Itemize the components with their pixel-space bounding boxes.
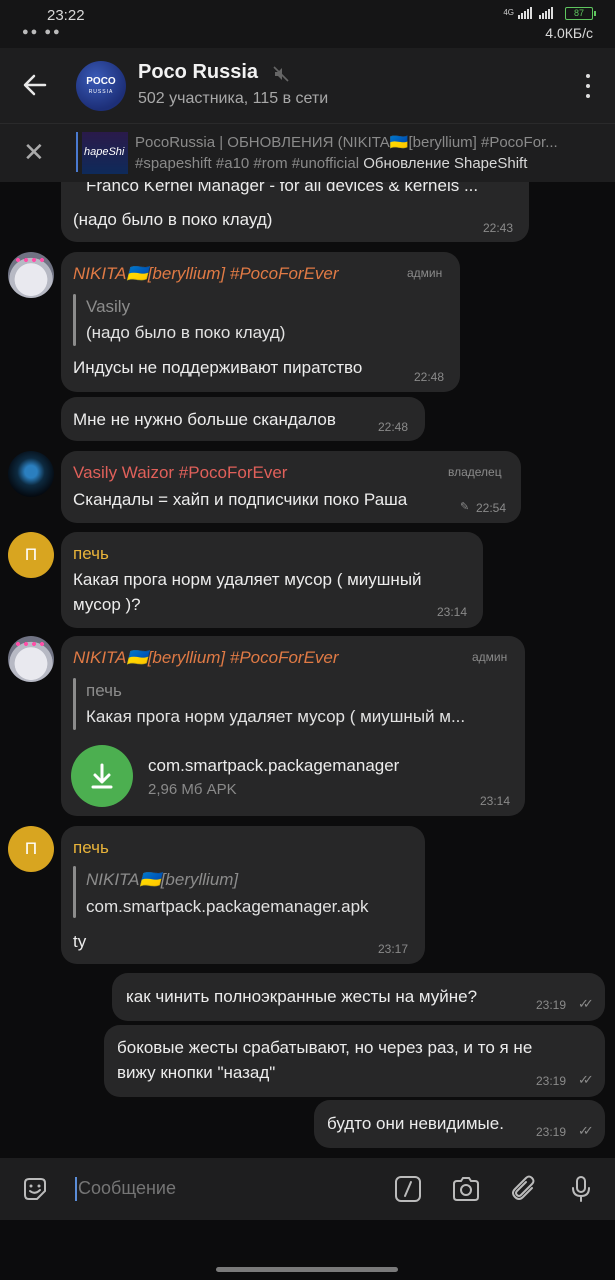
- message-text: Скандалы = хайп и подписчики поко Раша: [73, 490, 408, 509]
- close-pinned-icon[interactable]: ✕: [23, 139, 45, 165]
- avatar[interactable]: П: [8, 826, 54, 872]
- edited-pencil-icon: ✎: [460, 501, 470, 513]
- message-input[interactable]: [78, 1178, 378, 1199]
- notification-icons: ●● ●●: [22, 26, 62, 38]
- message-time: 22:54: [476, 501, 507, 515]
- avatar[interactable]: П: [8, 532, 54, 578]
- quote-author: NIKITA🇺🇦[beryllium]: [86, 870, 239, 889]
- quote-bar: [73, 866, 76, 918]
- chat-subtitle: 502 участника, 115 в сети: [138, 90, 329, 107]
- message-time: 22:43: [483, 221, 514, 235]
- sender-name[interactable]: NIKITA🇺🇦[beryllium] #PocoForEver: [73, 264, 339, 284]
- message-text: мусор )?: [73, 595, 141, 614]
- quote-text: com.smartpack.packagemanager.apk: [86, 897, 369, 916]
- status-bar: 23:22 ●● ●● 4G 87 4.0КБ/с: [0, 0, 615, 48]
- quote-text: Какая прога норм удаляет мусор ( миушный…: [86, 707, 466, 726]
- pinned-thumbnail: hapeShi: [82, 132, 128, 174]
- message-text: как чинить полноэкранные жесты на муйне?: [126, 987, 478, 1006]
- status-time: 23:22: [47, 7, 85, 24]
- muted-icon: [273, 66, 289, 82]
- message-text: будто они невидимые.: [327, 1114, 504, 1133]
- read-double-check-icon: ✓✓: [578, 1123, 594, 1138]
- pinned-tags: #spapeshift #a10 #rom #unofficial: [135, 155, 364, 172]
- message-time: 23:14: [437, 605, 468, 619]
- group-avatar[interactable]: POCO RUSSIA: [76, 61, 126, 111]
- message-time: 23:19: [536, 1074, 567, 1088]
- read-double-check-icon: ✓✓: [578, 996, 594, 1011]
- sender-name[interactable]: печь: [73, 838, 109, 858]
- role-badge: владелец: [448, 465, 502, 479]
- chat-title[interactable]: Poco Russia: [138, 61, 258, 84]
- message-text: Какая прога норм удаляет мусор ( миушный: [73, 570, 422, 589]
- role-badge: админ: [472, 650, 508, 664]
- file-size: 2,96 Мб APK: [148, 781, 237, 798]
- role-badge: админ: [407, 266, 443, 280]
- microphone-icon[interactable]: [566, 1174, 596, 1204]
- outgoing-message-bubble[interactable]: [104, 1025, 605, 1097]
- home-indicator[interactable]: [216, 1267, 398, 1272]
- sender-name[interactable]: Vasily Waizor #PocoForEver: [73, 463, 287, 483]
- pinned-preview: #spapeshift #a10 #rom #unofficial Обновл…: [135, 155, 527, 172]
- avatar[interactable]: [8, 451, 54, 497]
- avatar-subtext: RUSSIA: [88, 89, 114, 95]
- message-text: боковые жесты срабатывают, но через раз,…: [117, 1038, 533, 1057]
- back-arrow-icon[interactable]: [20, 70, 50, 100]
- quote-bar: [73, 294, 76, 346]
- text-caret: [75, 1177, 77, 1201]
- message-time: 22:48: [378, 420, 409, 434]
- signal-icon-2: [539, 7, 553, 19]
- more-menu-icon[interactable]: [585, 74, 591, 98]
- battery-icon: 87: [565, 6, 596, 20]
- bot-command-icon[interactable]: [393, 1174, 423, 1204]
- message-text: вижу кнопки "назад": [117, 1063, 276, 1082]
- message-bubble[interactable]: [61, 451, 521, 523]
- message-text: Индусы не поддерживают пиратство: [73, 358, 363, 377]
- message-time: 22:48: [414, 370, 445, 384]
- pinned-preview-text: Обновление ShapeShift: [363, 155, 528, 172]
- message-time: 23:17: [378, 942, 409, 956]
- quote-author: печь: [86, 681, 122, 700]
- sticker-icon[interactable]: [20, 1174, 50, 1204]
- sender-name[interactable]: печь: [73, 544, 109, 564]
- avatar-text: POCO: [86, 76, 116, 87]
- quote-bar: [73, 678, 76, 730]
- pinned-indicator: [76, 132, 78, 172]
- message-bubble[interactable]: [61, 826, 425, 964]
- network-type: 4G: [503, 8, 514, 17]
- read-double-check-icon: ✓✓: [578, 1072, 594, 1087]
- thumb-text: hapeShi: [84, 146, 125, 158]
- message-time: 23:19: [536, 998, 567, 1012]
- message-text: ty: [73, 932, 87, 951]
- pinned-message[interactable]: ✕ hapeShi PocoRussia | ОБНОВЛЕНИЯ (NIKIT…: [0, 123, 615, 182]
- camera-icon[interactable]: [451, 1174, 481, 1204]
- message-text: Мне не нужно больше скандалов: [73, 410, 336, 429]
- attach-icon[interactable]: [510, 1174, 540, 1204]
- message-time: 23:14: [480, 794, 511, 808]
- file-name[interactable]: com.smartpack.packagemanager: [148, 756, 399, 776]
- message-time: 23:19: [536, 1125, 567, 1139]
- quote-text: (надо было в поко клауд): [86, 323, 286, 342]
- network-speed: 4.0КБ/с: [545, 25, 593, 41]
- signal-icon: [518, 7, 532, 19]
- sender-name[interactable]: NIKITA🇺🇦[beryllium] #PocoForEver: [73, 648, 339, 668]
- avatar[interactable]: [8, 636, 54, 682]
- chat-header: POCO RUSSIA Poco Russia 502 участника, 1…: [0, 48, 615, 123]
- message-text: (надо было в поко клауд): [73, 210, 273, 229]
- download-icon[interactable]: [71, 745, 133, 807]
- pinned-title: PocoRussia | ОБНОВЛЕНИЯ (NIKITA🇺🇦[beryll…: [135, 134, 558, 151]
- quote-author: Vasily: [86, 297, 131, 316]
- avatar[interactable]: [8, 252, 54, 298]
